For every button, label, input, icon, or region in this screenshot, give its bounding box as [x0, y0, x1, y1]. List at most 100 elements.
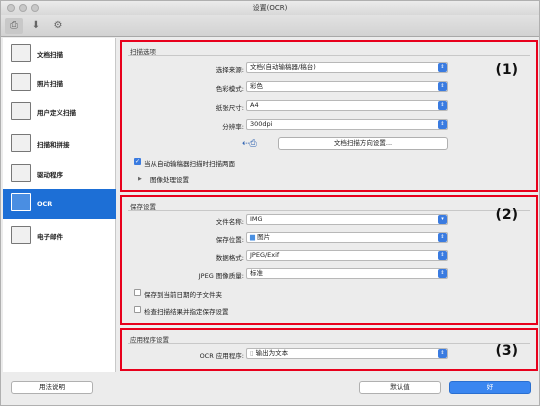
sidebar-item-label: 扫描和拼接 — [37, 141, 70, 149]
ocr-application-row: OCR 应用程序: ▯ 输出为文本 ⇕ — [122, 348, 540, 360]
chevron-down-icon: ▾ — [438, 215, 447, 224]
jpeg-quality-label: JPEG 图像质量: — [198, 272, 244, 280]
ocr-icon — [11, 193, 31, 211]
zoom-window-button[interactable] — [31, 4, 39, 12]
driver-icon — [11, 164, 31, 182]
sidebar-item-label: 照片扫描 — [37, 80, 63, 88]
duplex-checkbox-label: 当从自动输稿器扫描时扫描两面 — [144, 160, 235, 168]
check-results-checkbox[interactable] — [134, 306, 141, 313]
color-mode-label: 色彩模式: — [215, 85, 244, 93]
scan-from-operation-panel-tab-icon[interactable]: ⬇ — [27, 18, 45, 34]
main-panel: 扫描选项 选择来源: 文档(自动输稿器/稿台) ⇕ 色彩模式: 彩色 ⇕ 纸张尺寸:… — [118, 38, 539, 372]
paper-size-label: 纸张尺寸: — [215, 104, 244, 112]
image-processing-label[interactable]: 图像处理设置 — [150, 174, 189, 184]
color-mode-row: 色彩模式: 彩色 ⇕ — [122, 81, 540, 93]
sidebar-item-label: 电子邮件 — [37, 233, 63, 241]
resolution-dropdown[interactable]: 300dpi ⇕ — [246, 119, 448, 130]
file-name-combobox[interactable]: IMG ▾ — [246, 214, 448, 225]
color-mode-value: 彩色 — [250, 82, 263, 90]
paper-size-row: 纸张尺寸: A4 ⇕ — [122, 100, 540, 112]
callout-1: (1) — [495, 62, 518, 78]
data-format-value: JPEG/Exif — [250, 251, 280, 259]
subfolder-checkbox-label: 保存到当前日期的子文件夹 — [144, 291, 222, 299]
photo-scan-icon — [11, 73, 31, 91]
document-scan-icon — [11, 44, 31, 62]
footer-bar: 用法说明 默认值 好 — [1, 373, 539, 405]
application-settings-section: 应用程序设置 OCR 应用程序: ▯ 输出为文本 ⇕ (3) — [120, 328, 538, 371]
help-button[interactable]: 用法说明 — [11, 381, 93, 394]
sidebar-item-scan-and-stitch[interactable]: 扫描和拼接 — [3, 130, 116, 156]
ocr-application-label: OCR 应用程序: — [199, 352, 244, 360]
defaults-button-label: 默认值 — [390, 383, 410, 391]
save-location-label: 保存位置: — [215, 236, 244, 244]
resolution-row: 分辨率: 300dpi ⇕ — [122, 119, 540, 131]
paper-size-value: A4 — [250, 101, 259, 109]
scan-from-computer-tab-icon[interactable]: ⎙ — [5, 18, 23, 34]
sidebar-item-driver[interactable]: 驱动程序 — [3, 160, 116, 186]
ocr-application-value: 输出为文本 — [255, 349, 289, 357]
divider — [128, 343, 530, 344]
close-window-button[interactable] — [7, 4, 15, 12]
sidebar-item-label: 用户定义扫描 — [37, 109, 76, 117]
sidebar-item-email[interactable]: 电子邮件 — [3, 222, 116, 248]
sidebar: 文档扫描 照片扫描 用户定义扫描 扫描和拼接 驱动程序 OCR 电子邮件 — [3, 38, 116, 372]
folder-icon: ▆ — [250, 233, 255, 241]
select-source-row: 选择来源: 文档(自动输稿器/稿台) ⇕ — [122, 62, 540, 74]
ok-button[interactable]: 好 — [449, 381, 531, 394]
resolution-value: 300dpi — [250, 120, 273, 128]
data-format-row: 数据格式: JPEG/Exif ⇕ — [122, 250, 540, 262]
jpeg-quality-row: JPEG 图像质量: 标准 ⇕ — [122, 268, 540, 280]
select-source-value: 文档(自动输稿器/稿台) — [250, 63, 316, 71]
orientation-icon: ⇠⎙ — [242, 139, 257, 149]
color-mode-dropdown[interactable]: 彩色 ⇕ — [246, 81, 448, 92]
sidebar-item-document-scan[interactable]: 文档扫描 — [3, 40, 116, 66]
disclosure-triangle-icon[interactable]: ▶ — [138, 176, 142, 182]
chevron-updown-icon: ⇕ — [438, 251, 447, 260]
document-orientation-button-label: 文档扫描方向设置... — [333, 139, 393, 147]
sidebar-item-photo-scan[interactable]: 照片扫描 — [3, 69, 116, 95]
select-source-label: 选择来源: — [215, 66, 244, 74]
data-format-dropdown[interactable]: JPEG/Exif ⇕ — [246, 250, 448, 261]
sidebar-item-ocr[interactable]: OCR — [3, 189, 116, 219]
ok-button-label: 好 — [486, 383, 494, 391]
paper-size-dropdown[interactable]: A4 ⇕ — [246, 100, 448, 111]
file-name-label: 文件名称: — [215, 218, 244, 226]
scan-stitch-icon — [11, 134, 31, 152]
file-name-row: 文件名称: IMG ▾ — [122, 214, 540, 226]
save-location-dropdown[interactable]: ▆ 图片 ⇕ — [246, 232, 448, 243]
sidebar-item-label: OCR — [37, 200, 53, 208]
chevron-updown-icon: ⇕ — [438, 349, 447, 358]
divider — [128, 210, 530, 211]
text-file-icon: ▯ — [250, 349, 254, 357]
email-icon — [11, 226, 31, 244]
callout-2: (2) — [495, 207, 518, 223]
chevron-updown-icon: ⇕ — [438, 101, 447, 110]
defaults-button[interactable]: 默认值 — [359, 381, 441, 394]
check-results-checkbox-label: 检查扫描结果并指定保存设置 — [144, 308, 229, 316]
subfolder-checkbox[interactable] — [134, 289, 141, 296]
save-settings-section: 保存设置 文件名称: IMG ▾ 保存位置: ▆ 图片 ⇕ 数据格式: JPEG/E… — [120, 195, 538, 325]
jpeg-quality-dropdown[interactable]: 标准 ⇕ — [246, 268, 448, 279]
callout-3: (3) — [495, 343, 518, 359]
select-source-dropdown[interactable]: 文档(自动输稿器/稿台) ⇕ — [246, 62, 448, 73]
chevron-updown-icon: ⇕ — [438, 120, 447, 129]
file-name-value: IMG — [250, 215, 263, 223]
help-button-label: 用法说明 — [39, 383, 65, 391]
sidebar-item-custom-scan[interactable]: 用户定义扫描 — [3, 98, 116, 124]
duplex-checkbox[interactable]: ✓ — [134, 158, 141, 165]
general-settings-tab-icon[interactable]: ⚙ — [49, 18, 67, 34]
sidebar-item-label: 文档扫描 — [37, 51, 63, 59]
minimize-window-button[interactable] — [19, 4, 27, 12]
chevron-updown-icon: ⇕ — [438, 269, 447, 278]
chevron-updown-icon: ⇕ — [438, 82, 447, 91]
document-orientation-button[interactable]: 文档扫描方向设置... — [278, 137, 448, 150]
ocr-application-dropdown[interactable]: ▯ 输出为文本 ⇕ — [246, 348, 448, 359]
settings-window: 设置(OCR) ⎙ ⬇ ⚙ 文档扫描 照片扫描 用户定义扫描 扫描和拼接 驱动程… — [0, 0, 540, 406]
window-title: 设置(OCR) — [252, 4, 288, 12]
divider — [128, 55, 530, 56]
save-location-row: 保存位置: ▆ 图片 ⇕ — [122, 232, 540, 244]
resolution-label: 分辨率: — [222, 123, 244, 131]
chevron-updown-icon: ⇕ — [438, 233, 447, 242]
jpeg-quality-value: 标准 — [250, 269, 263, 277]
title-bar: 设置(OCR) — [1, 1, 539, 15]
